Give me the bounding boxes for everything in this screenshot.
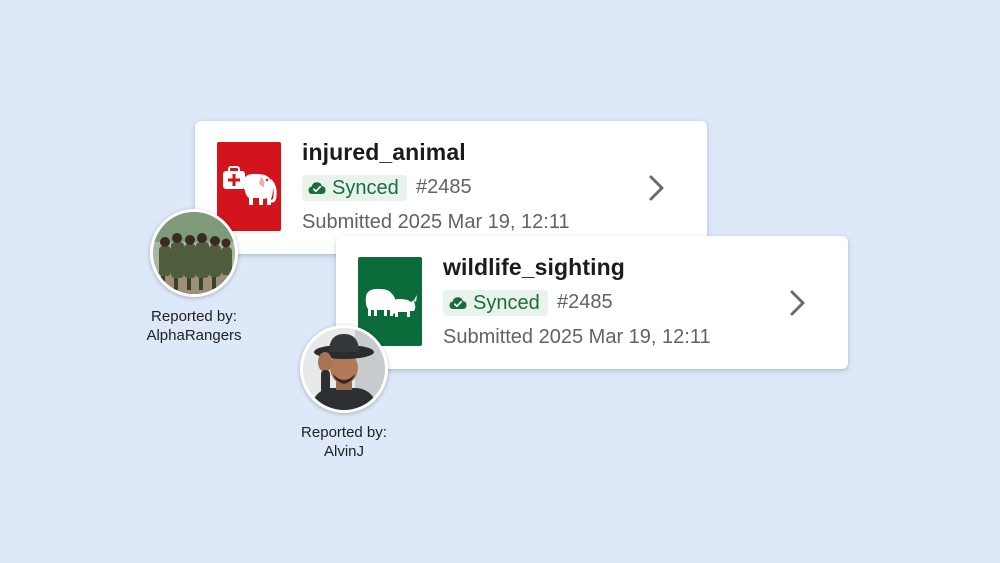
submitted-timestamp: Submitted 2025 Mar 19, 12:11 [443,326,711,348]
report-number: #2485 [416,176,472,198]
submitted-timestamp: Submitted 2025 Mar 19, 12:11 [302,211,570,233]
reporter-alvinj: Reported by: AlvinJ [279,325,409,461]
status-badge: Synced [302,175,407,201]
avatar [300,325,388,413]
status-badge: Synced [443,290,548,316]
reporter-name: AlphaRangers [146,327,242,344]
status-text: Synced [473,291,540,314]
cloud-check-icon [308,181,326,195]
report-card-wildlife-sighting[interactable]: wildlife_sighting Synced #2485 Submitted… [336,236,848,369]
report-title: wildlife_sighting [443,254,625,280]
status-text: Synced [332,176,399,199]
reporter-alpharangers: Reported by: AlphaRangers [129,209,259,345]
stage: injured_animal Synced #2485 Submitted 20… [0,0,1000,563]
chevron-right-icon[interactable] [786,288,810,318]
reporter-name: AlvinJ [323,443,364,460]
report-card-injured-animal[interactable]: injured_animal Synced #2485 Submitted 20… [195,121,707,254]
report-title: injured_animal [302,139,466,165]
chevron-right-icon[interactable] [645,173,669,203]
reporter-label: Reported by: [301,424,387,441]
reporter-label: Reported by: [151,308,237,325]
avatar [150,209,238,297]
cloud-check-icon [449,296,467,310]
report-number: #2485 [557,291,613,313]
